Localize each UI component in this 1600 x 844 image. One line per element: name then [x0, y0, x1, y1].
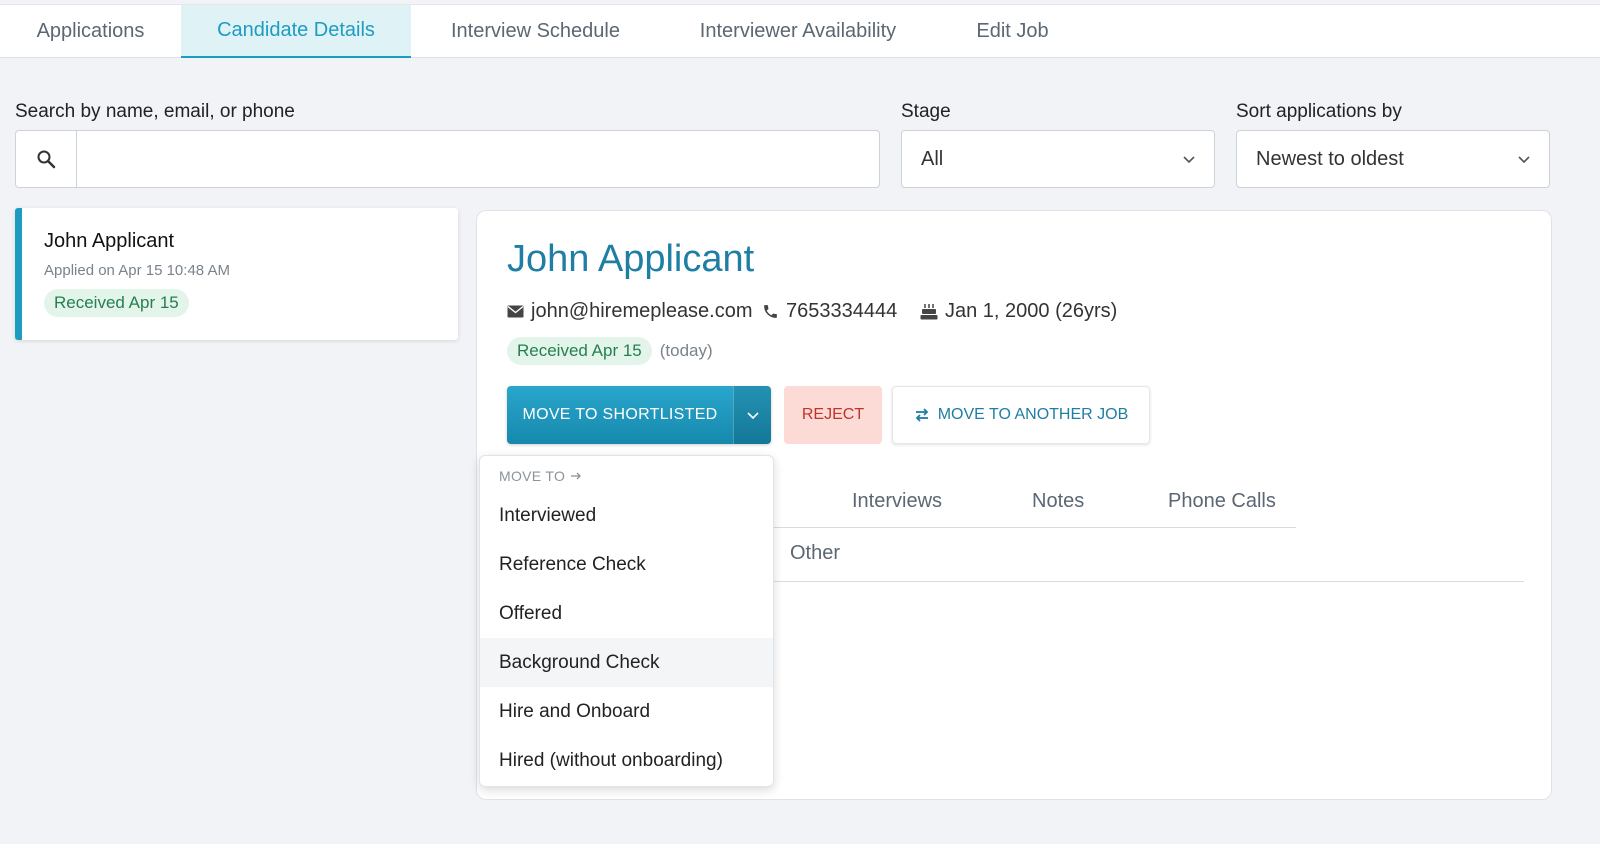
stage-label: Stage — [901, 101, 951, 122]
sort-select-value: Newest to oldest — [1256, 147, 1404, 170]
status-badge: Received Apr 15 — [44, 289, 189, 317]
candidate-phone: 7653334444 — [762, 300, 897, 323]
sort-label: Sort applications by — [1236, 101, 1402, 122]
tab-candidate-details[interactable]: Candidate Details — [181, 5, 411, 58]
detail-tabs: Interviews Notes Phone Calls — [772, 480, 1296, 528]
move-to-menu: MOVE TO Interviewed Reference Check Offe… — [479, 455, 774, 787]
menu-item-interviewed[interactable]: Interviewed — [480, 491, 773, 540]
menu-item-offered[interactable]: Offered — [480, 589, 773, 638]
applicant-name: John Applicant — [44, 230, 175, 252]
search-input[interactable] — [77, 131, 879, 187]
move-to-another-job-label: MOVE TO ANOTHER JOB — [937, 406, 1129, 423]
arrow-right-icon — [571, 472, 582, 480]
sort-select[interactable]: Newest to oldest — [1236, 130, 1550, 188]
move-to-shortlisted-button[interactable]: MOVE TO SHORTLISTED — [507, 386, 733, 444]
status-badge: Received Apr 15 — [507, 337, 652, 365]
top-nav: Applications Candidate Details Interview… — [0, 4, 1600, 58]
sub-tabs: Other — [772, 532, 1524, 582]
status-note: (today) — [659, 341, 713, 360]
applied-date: Applied on Apr 15 10:48 AM — [44, 262, 230, 279]
chevron-down-icon — [746, 412, 759, 420]
stage-select[interactable]: All — [901, 130, 1215, 188]
tab-interviews[interactable]: Interviews — [852, 490, 942, 513]
swap-arrows-icon — [915, 408, 928, 422]
search-box — [15, 130, 880, 188]
chevron-down-icon — [1183, 156, 1195, 164]
search-icon — [16, 131, 77, 187]
move-to-header-text: MOVE TO — [499, 468, 566, 484]
menu-item-background-check[interactable]: Background Check — [480, 638, 773, 687]
phone-icon — [764, 305, 777, 318]
tab-edit-job[interactable]: Edit Job — [936, 5, 1089, 58]
tab-interview-schedule[interactable]: Interview Schedule — [411, 5, 660, 58]
candidate-email: john@hiremeplease.com — [507, 300, 753, 323]
tab-interviewer-availability[interactable]: Interviewer Availability — [660, 5, 936, 58]
phone-text: 7653334444 — [786, 300, 898, 322]
tab-phone-calls[interactable]: Phone Calls — [1168, 490, 1276, 513]
email-text: john@hiremeplease.com — [531, 300, 753, 322]
envelope-icon — [507, 305, 524, 318]
move-to-another-job-button[interactable]: MOVE TO ANOTHER JOB — [892, 386, 1150, 444]
tab-other[interactable]: Other — [790, 542, 840, 565]
reject-button[interactable]: REJECT — [784, 386, 882, 444]
tab-notes[interactable]: Notes — [1032, 490, 1084, 513]
birthday-cake-icon — [920, 304, 938, 320]
candidate-status-row: Received Apr 15 (today) — [507, 337, 713, 365]
tab-applications[interactable]: Applications — [0, 5, 181, 58]
application-card[interactable]: John Applicant Applied on Apr 15 10:48 A… — [15, 208, 458, 340]
stage-select-value: All — [921, 147, 944, 170]
search-label: Search by name, email, or phone — [15, 101, 295, 122]
chevron-down-icon — [1518, 156, 1530, 164]
move-to-header: MOVE TO — [499, 468, 582, 484]
move-to-shortlisted-split-button: MOVE TO SHORTLISTED — [507, 386, 771, 444]
candidate-name: John Applicant — [507, 238, 755, 280]
candidate-birthday: Jan 1, 2000 (26yrs) — [920, 300, 1117, 323]
move-menu-toggle[interactable] — [733, 386, 771, 444]
menu-item-reference-check[interactable]: Reference Check — [480, 540, 773, 589]
menu-item-hired-without-onboarding[interactable]: Hired (without onboarding) — [480, 736, 773, 785]
birthday-text: Jan 1, 2000 (26yrs) — [945, 300, 1118, 322]
menu-item-hire-and-onboard[interactable]: Hire and Onboard — [480, 687, 773, 736]
